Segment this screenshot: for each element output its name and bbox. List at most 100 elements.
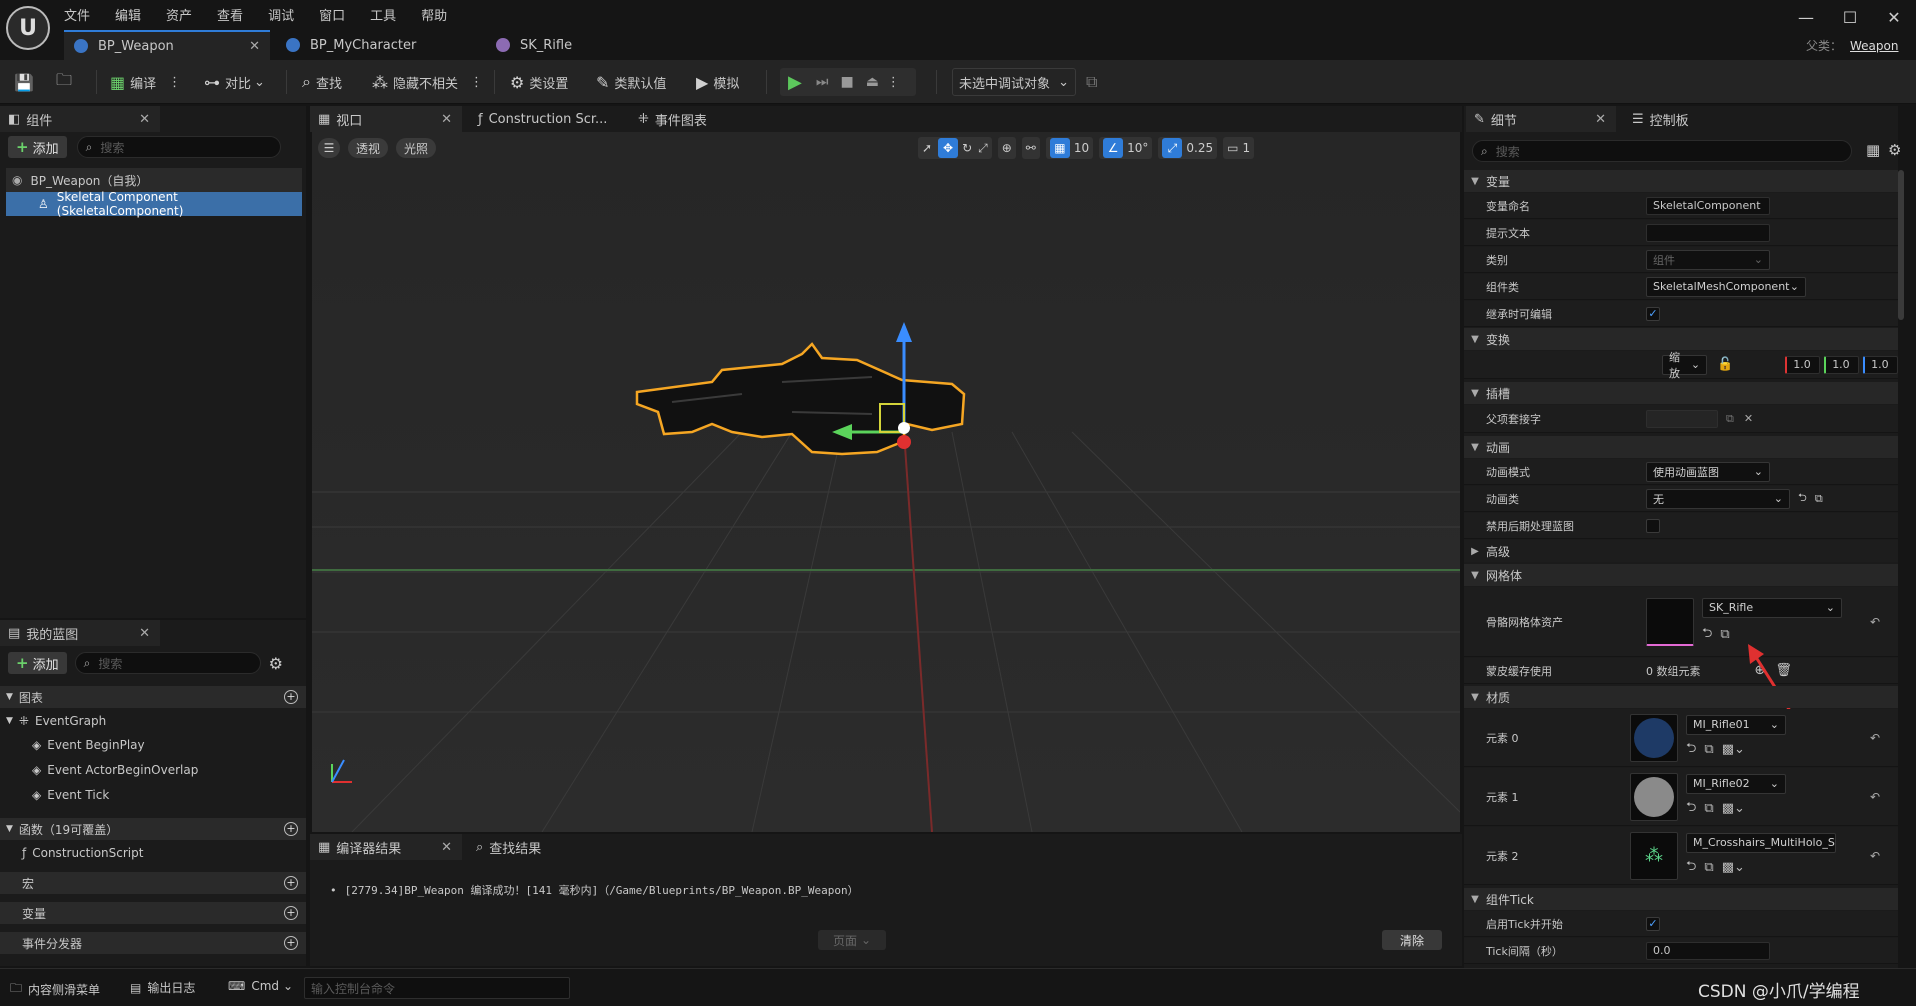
minimize-icon[interactable]: — bbox=[1786, 8, 1826, 27]
menu-tools[interactable]: 工具 bbox=[370, 5, 396, 24]
material-dropdown[interactable]: MI_Rifle01 ⌄ bbox=[1686, 714, 1786, 735]
material-thumbnail[interactable] bbox=[1630, 713, 1678, 762]
scale-x-input[interactable]: 1.0 bbox=[1785, 355, 1821, 374]
browse-icon[interactable]: ⧉ bbox=[1726, 412, 1734, 426]
table-view-icon[interactable]: ▦ bbox=[1866, 141, 1880, 159]
tab-construction-script[interactable]: ƒ Construction Scr... bbox=[478, 106, 607, 132]
details-search-input[interactable]: ⌕ 搜索 bbox=[1472, 140, 1852, 162]
tooltip-input[interactable] bbox=[1646, 223, 1770, 242]
add-component-button[interactable]: + 添加 bbox=[8, 136, 67, 158]
variable-name-input[interactable]: SkeletalComponent bbox=[1646, 196, 1770, 215]
my-blueprint-tab[interactable]: ▤ 我的蓝图 ✕ bbox=[0, 620, 160, 646]
tab-compiler-results[interactable]: ▦ 编译器结果 ✕ bbox=[310, 834, 462, 860]
content-drawer-button[interactable]: 🗀 内容侧滑菜单 bbox=[10, 979, 100, 1000]
reset-icon[interactable]: ↶ bbox=[1870, 731, 1880, 745]
menu-file[interactable]: 文件 bbox=[64, 5, 90, 24]
viewport[interactable]: ☰ 透视 光照 ➚ ✥ ↻ ⤢ ⊕ ⚯ ▦ 10 ∠ 10° ⤢ 0.25 ▭ 1 bbox=[312, 132, 1460, 832]
tab-sk-rifle[interactable]: SK_Rifle bbox=[486, 30, 686, 60]
perspective-button[interactable]: 透视 bbox=[348, 138, 389, 158]
animation-section[interactable]: ▼ 动画 bbox=[1464, 436, 1898, 458]
graphs-section[interactable]: ▼ 图表 + bbox=[0, 686, 306, 708]
menu-debug[interactable]: 调试 bbox=[268, 5, 294, 24]
more-icon[interactable]: ⋮ bbox=[887, 75, 900, 90]
tick-interval-input[interactable]: 0.0 bbox=[1646, 941, 1770, 960]
components-search-input[interactable]: ⌕ 搜索 bbox=[76, 136, 281, 158]
gear-icon[interactable]: ⚙ bbox=[269, 654, 283, 673]
variables-section[interactable]: 变量 + bbox=[0, 902, 306, 924]
lock-icon[interactable]: 🔓 bbox=[1717, 357, 1733, 372]
scale-z-input[interactable]: 1.0 bbox=[1863, 355, 1898, 374]
close-icon[interactable]: ✕ bbox=[1595, 112, 1606, 127]
gear-icon[interactable]: ⚙ bbox=[1888, 141, 1901, 159]
mesh-section[interactable]: ▼ 网格体 bbox=[1464, 564, 1898, 586]
lighting-button[interactable]: 光照 bbox=[396, 138, 437, 158]
tab-viewport[interactable]: ▦ 视口 ✕ bbox=[310, 106, 462, 132]
menu-asset[interactable]: 资产 bbox=[166, 5, 192, 24]
disable-pp-checkbox[interactable] bbox=[1646, 518, 1660, 533]
tick-section[interactable]: ▼ 组件Tick bbox=[1464, 888, 1898, 910]
parent-class-link[interactable]: Weapon bbox=[1850, 39, 1898, 53]
add-macro-icon[interactable]: + bbox=[284, 876, 298, 890]
material-options-icon[interactable]: ▩⌄ bbox=[1722, 801, 1745, 816]
transform-mode-dropdown[interactable]: 缩放 ⌄ bbox=[1662, 351, 1708, 380]
maximize-icon[interactable]: ☐ bbox=[1830, 8, 1870, 27]
materials-section[interactable]: ▼ 材质 bbox=[1464, 686, 1898, 708]
tab-find-results[interactable]: ⌕ 查找结果 bbox=[476, 834, 541, 860]
rotation-snap[interactable]: ∠ 10° bbox=[1099, 137, 1153, 159]
close-icon[interactable]: ✕ bbox=[249, 39, 260, 54]
clear-button[interactable]: 清除 bbox=[1382, 930, 1442, 950]
browse-icon[interactable]: ⧉ bbox=[1815, 492, 1823, 506]
browse-button[interactable]: 🗀 bbox=[56, 68, 77, 96]
category-dropdown[interactable]: 组件 ⌄ bbox=[1646, 249, 1770, 270]
close-icon[interactable]: ✕ bbox=[139, 626, 150, 641]
debug-browse-button[interactable]: ⧉ bbox=[1086, 68, 1102, 96]
add-variable-icon[interactable]: + bbox=[284, 906, 298, 920]
clear-icon[interactable]: ✕ bbox=[1744, 412, 1753, 425]
eject-icon[interactable]: ⏏ bbox=[866, 74, 879, 90]
grid-snap[interactable]: ▦ 10 bbox=[1045, 137, 1094, 159]
close-icon[interactable]: ✕ bbox=[441, 112, 452, 127]
advanced-section[interactable]: ▶ 高级 bbox=[1464, 540, 1898, 562]
add-member-button[interactable]: + 添加 bbox=[8, 652, 67, 674]
close-window-icon[interactable]: ✕ bbox=[1874, 8, 1914, 27]
tick-start-checkbox[interactable]: ✓ bbox=[1646, 916, 1660, 931]
my-blueprint-search-input[interactable]: ⌕ 搜索 bbox=[74, 652, 261, 674]
mesh-asset-dropdown[interactable]: SK_Rifle ⌄ bbox=[1702, 597, 1842, 618]
menu-edit[interactable]: 编辑 bbox=[115, 5, 141, 24]
diff-button[interactable]: ⊶ 对比 ⌄ bbox=[204, 68, 265, 96]
sockets-section[interactable]: ▼ 插槽 bbox=[1464, 382, 1898, 404]
stop-icon[interactable]: ■ bbox=[840, 74, 853, 90]
move-icon[interactable]: ✥ bbox=[938, 138, 959, 158]
find-button[interactable]: ⌕ 查找 bbox=[302, 68, 342, 96]
material-dropdown[interactable]: M_Crosshairs_MultiHolo_Sc bbox=[1686, 832, 1836, 853]
browse-icon[interactable]: ⧉ bbox=[1720, 627, 1729, 642]
viewport-menu-icon[interactable]: ☰ bbox=[318, 138, 340, 158]
rotate-icon[interactable]: ↻ bbox=[962, 141, 972, 155]
add-graph-icon[interactable]: + bbox=[284, 690, 298, 704]
mesh-thumbnail[interactable] bbox=[1646, 597, 1694, 646]
reset-icon[interactable]: ↶ bbox=[1870, 790, 1880, 804]
output-log-button[interactable]: ▤ 输出日志 bbox=[130, 979, 195, 996]
event-item[interactable]: ◈ Event Tick bbox=[32, 788, 109, 802]
save-button[interactable]: 💾 bbox=[14, 68, 39, 96]
debug-target-dropdown[interactable]: 未选中调试对象 ⌄ bbox=[952, 68, 1076, 96]
cmd-dropdown[interactable]: ⌨ Cmd ⌄ bbox=[228, 979, 293, 993]
play-icon[interactable]: ▶ bbox=[788, 72, 802, 93]
component-class-dropdown[interactable]: SkeletalMeshComponent ⌄ bbox=[1646, 276, 1806, 297]
component-skeletal[interactable]: ♙ Skeletal Component (SkeletalComponent) bbox=[6, 190, 302, 218]
material-thumbnail[interactable] bbox=[1630, 772, 1678, 821]
material-options-icon[interactable]: ▩⌄ bbox=[1722, 742, 1745, 757]
scale-snap[interactable]: ⤢ 0.25 bbox=[1158, 137, 1218, 159]
material-dropdown[interactable]: MI_Rifle02 ⌄ bbox=[1686, 773, 1786, 794]
world-local-toggle[interactable]: ⊕ bbox=[997, 137, 1016, 159]
scale-icon[interactable]: ⤢ bbox=[978, 141, 988, 156]
add-dispatcher-icon[interactable]: + bbox=[284, 936, 298, 950]
unreal-logo[interactable]: U bbox=[6, 6, 50, 50]
parent-socket-input[interactable] bbox=[1646, 409, 1718, 428]
anim-mode-dropdown[interactable]: 使用动画蓝图 ⌄ bbox=[1646, 461, 1770, 482]
use-selected-icon[interactable]: ⮌ bbox=[1798, 489, 1807, 508]
transform-section[interactable]: ▼ 变换 bbox=[1464, 328, 1898, 350]
components-tab[interactable]: ◧ 组件 ✕ bbox=[0, 106, 160, 132]
reset-icon[interactable]: ↶ bbox=[1870, 615, 1880, 629]
component-root[interactable]: ◉ BP_Weapon（自我） bbox=[6, 168, 302, 192]
